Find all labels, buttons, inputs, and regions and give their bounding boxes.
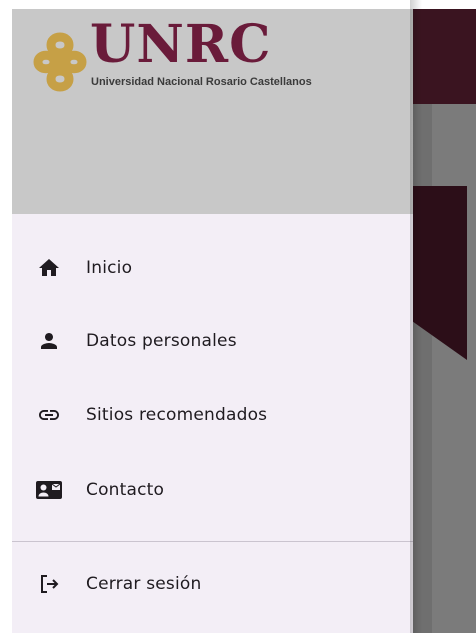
unrc-logo: UNRC Universidad Nacional Rosario Castel… bbox=[32, 17, 372, 101]
unrc-logo-mark-icon bbox=[33, 32, 87, 92]
logo-wordmark: UNRC bbox=[90, 14, 272, 75]
menu-item-label: Cerrar sesión bbox=[86, 574, 202, 594]
drawer-header: UNRC Universidad Nacional Rosario Castel… bbox=[12, 9, 413, 214]
menu-item-label: Contacto bbox=[86, 480, 165, 500]
menu-divider bbox=[12, 541, 413, 542]
menu-item-sitios-recomendados[interactable]: Sitios recomendados bbox=[12, 379, 413, 451]
status-bar-area bbox=[0, 0, 476, 9]
person-icon bbox=[34, 326, 64, 356]
logo-subtitle: Universidad Nacional Rosario Castellanos bbox=[91, 76, 312, 88]
home-icon bbox=[34, 253, 64, 283]
background-content bbox=[432, 104, 476, 633]
menu-item-label: Datos personales bbox=[86, 331, 237, 351]
screen: UNRC Universidad Nacional Rosario Castel… bbox=[0, 0, 476, 633]
menu-item-label: Sitios recomendados bbox=[86, 405, 268, 425]
contact-card-icon bbox=[34, 475, 64, 505]
menu-item-contacto[interactable]: Contacto bbox=[12, 454, 413, 526]
left-edge bbox=[0, 0, 12, 633]
link-icon bbox=[34, 400, 64, 430]
navigation-drawer: UNRC Universidad Nacional Rosario Castel… bbox=[12, 9, 413, 633]
drawer-shadow bbox=[410, 0, 422, 633]
menu-item-cerrar-sesion[interactable]: Cerrar sesión bbox=[12, 548, 413, 620]
menu-item-inicio[interactable]: Inicio bbox=[12, 232, 413, 304]
menu-item-label: Inicio bbox=[86, 258, 133, 278]
logout-icon bbox=[34, 569, 64, 599]
menu-item-datos-personales[interactable]: Datos personales bbox=[12, 305, 413, 377]
